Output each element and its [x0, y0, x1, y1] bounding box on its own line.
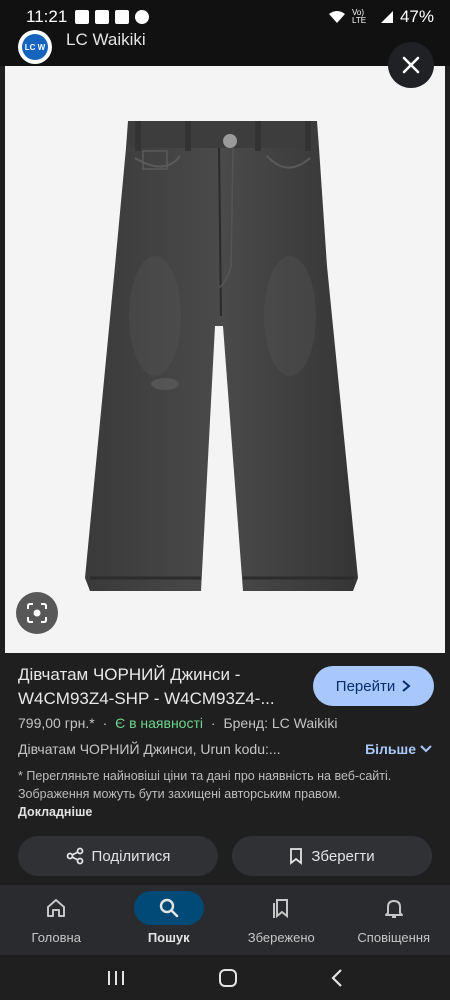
site-name: LC Waikiki: [66, 30, 146, 49]
wifi-icon: [328, 11, 345, 23]
meta-separator: ·: [210, 715, 216, 731]
bookmark-icon: [290, 848, 303, 865]
nav-label-notifications: Сповіщення: [357, 930, 431, 945]
share-label: Поділитися: [91, 847, 171, 865]
brand: Бренд: LC Waikiki: [223, 715, 338, 731]
home-icon: [47, 899, 66, 917]
home-button-icon[interactable]: [218, 968, 238, 988]
message-notification-icon: [95, 10, 110, 24]
description: Дівчатам ЧОРНИЙ Джинси, Urun kodu:...: [18, 741, 281, 757]
close-icon: [402, 56, 420, 74]
meta-separator: ·: [102, 715, 108, 731]
back-icon[interactable]: [330, 968, 344, 988]
lens-icon: [27, 603, 47, 623]
price: 799,00 грн.*: [18, 715, 95, 731]
recent-apps-icon[interactable]: [106, 969, 126, 987]
nav-label-saved: Збережено: [247, 930, 315, 945]
nav-label-home: Головна: [31, 930, 81, 945]
save-button[interactable]: Зберегти: [232, 836, 432, 876]
nav-item-notifications[interactable]: Сповіщення: [338, 885, 450, 955]
check-notification-icon: [115, 10, 130, 24]
product-title[interactable]: Дівчатам ЧОРНИЙ Джинси - W4CM93Z4-SHP - …: [18, 663, 300, 711]
learn-more-link[interactable]: Докладніше: [18, 805, 92, 819]
nav-item-saved[interactable]: Збережено: [225, 885, 338, 955]
send-notification-icon: [135, 10, 150, 24]
share-button[interactable]: Поділитися: [18, 836, 218, 876]
chevron-right-icon: [402, 680, 411, 692]
save-label: Зберегти: [311, 847, 375, 865]
nav-label-search: Пошук: [147, 930, 190, 945]
volte-icon: Vo) LTE: [351, 8, 367, 25]
search-icon: [159, 898, 179, 918]
photo-notification-icon: [75, 10, 90, 24]
more-button[interactable]: Більше: [365, 741, 432, 757]
product-meta: 799,00 грн.* · Є в наявності · Бренд: LC…: [18, 715, 337, 731]
bell-icon: [384, 900, 403, 918]
notification-icons: [75, 10, 150, 24]
lens-search-button[interactable]: [16, 592, 58, 634]
signal-icon: [380, 11, 393, 23]
share-icon: [66, 847, 83, 865]
chevron-down-icon: [420, 745, 432, 753]
visit-label: Перейти: [335, 677, 396, 695]
system-nav-bar: [0, 955, 450, 1000]
bookmarks-icon: [273, 899, 289, 919]
visit-button[interactable]: Перейти: [313, 666, 434, 706]
site-logo: LC W: [18, 30, 52, 64]
jeans-image: [85, 121, 358, 591]
nav-item-home[interactable]: Головна: [0, 885, 113, 955]
disclaimer: * Перегляньте найновіші ціни та дані про…: [18, 769, 392, 819]
site-header: LC W LC Waikiki: [0, 24, 450, 66]
action-row: Поділитися Зберегти: [18, 836, 432, 876]
product-image[interactable]: [5, 66, 445, 653]
bottom-nav: Головна Пошук Збережено Сповіщення: [0, 885, 450, 955]
stock-status: Є в наявності: [115, 715, 203, 731]
nav-item-search[interactable]: Пошук: [113, 885, 226, 955]
close-button[interactable]: [388, 42, 434, 88]
